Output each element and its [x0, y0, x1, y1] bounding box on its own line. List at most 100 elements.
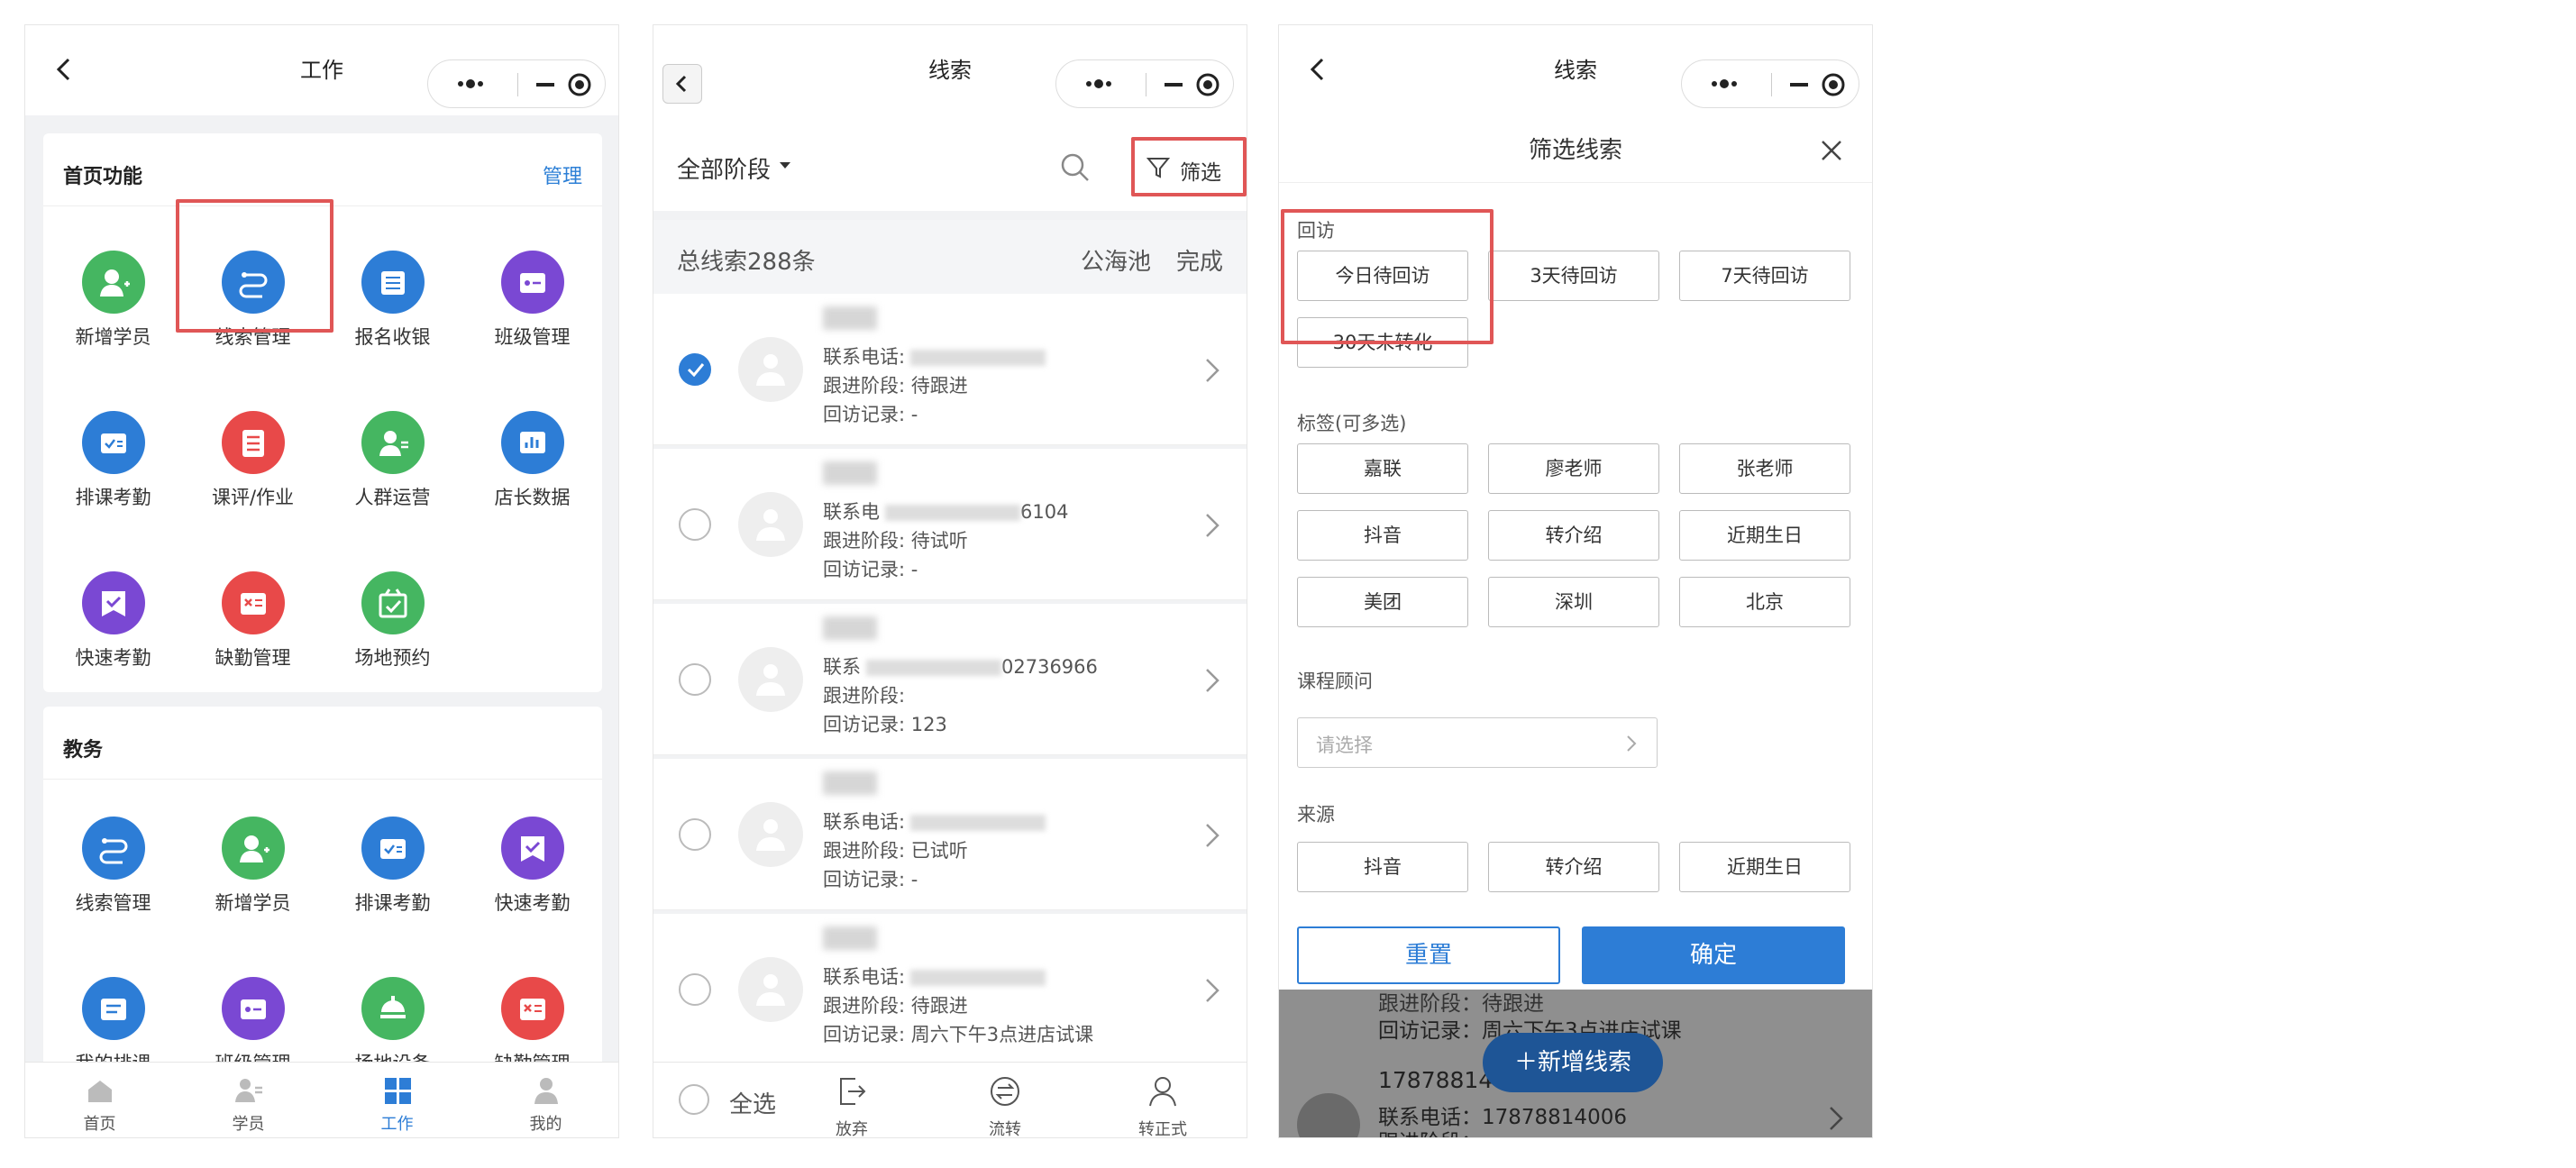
tag-option[interactable]: 近期生日	[1679, 510, 1850, 561]
lead-record: 回访记录: -	[823, 559, 918, 580]
user-icon	[756, 354, 785, 386]
grid-item-label: 缺勤管理	[215, 647, 291, 669]
lead-stage: 跟进阶段: 待跟进	[823, 375, 968, 397]
source-option[interactable]: 近期生日	[1679, 842, 1850, 892]
tag-option[interactable]: 深圳	[1488, 577, 1659, 627]
tab-home[interactable]: 首页	[25, 1063, 174, 1137]
schedule-icon	[361, 817, 425, 880]
row-checkbox[interactable]	[679, 663, 711, 696]
bg-number: 17878814	[1378, 1067, 1494, 1093]
select-all-checkbox[interactable]	[679, 1084, 709, 1115]
search-icon[interactable]	[1059, 151, 1092, 184]
abandon-icon	[840, 1078, 866, 1105]
public-pool-link[interactable]: 公海池	[1081, 243, 1151, 277]
minimize-icon[interactable]	[1781, 71, 1817, 98]
visit-option[interactable]: 7天待回访	[1679, 251, 1850, 301]
lead-row[interactable]: 联系电话: 跟进阶段: 待跟进 回访记录: 周六下午3点进店试课	[653, 914, 1247, 1065]
chevron-right-icon[interactable]	[1203, 357, 1221, 384]
nav-bar: 线索	[1279, 25, 1872, 115]
tag-option[interactable]: 转介绍	[1488, 510, 1659, 561]
lead-row[interactable]: 联系 02736966 跟进阶段: 回访记录: 123	[653, 604, 1247, 755]
stage-dropdown[interactable]: 全部阶段	[677, 151, 771, 185]
class-icon	[222, 977, 285, 1040]
tab-label: 我的	[529, 1115, 562, 1134]
minimize-icon[interactable]	[1156, 71, 1192, 98]
row-checkbox[interactable]	[679, 973, 711, 1006]
grid-item-crowd[interactable]: 人群运营	[323, 384, 462, 519]
tag-option[interactable]: 廖老师	[1488, 443, 1659, 494]
caret-down-icon[interactable]	[780, 162, 790, 169]
grid-item-schedule[interactable]: 排课考勤	[43, 384, 183, 519]
advisor-picker[interactable]: 请选择	[1297, 717, 1658, 768]
more-icon[interactable]	[444, 73, 497, 95]
done-link[interactable]: 完成	[1176, 243, 1223, 277]
lead-row[interactable]: 联系电 6104 跟进阶段: 待试听 回访记录: -	[653, 449, 1247, 600]
user-icon	[756, 974, 785, 1006]
tab-profile[interactable]: 我的	[471, 1063, 618, 1137]
tag-option[interactable]: 张老师	[1679, 443, 1850, 494]
manage-link[interactable]: 管理	[543, 160, 582, 189]
tab-students[interactable]: 学员	[174, 1063, 323, 1137]
grid-item-cashier[interactable]: 报名收银	[323, 224, 462, 359]
transfer-button[interactable]: 流转	[960, 1072, 1050, 1137]
chevron-right-icon[interactable]	[1203, 667, 1221, 694]
grid-item-label: 场地预约	[354, 647, 431, 669]
close-program-icon[interactable]	[1190, 68, 1226, 102]
chevron-right-icon[interactable]	[1203, 512, 1221, 539]
lead-row[interactable]: 联系电话: 跟进阶段: 已试听 回访记录: -	[653, 759, 1247, 910]
grid-item-add-student[interactable]: 新增学员	[183, 789, 323, 925]
grid-item-schedule[interactable]: 排课考勤	[323, 789, 462, 925]
close-icon[interactable]	[1818, 137, 1845, 164]
grid-item-absence[interactable]: 缺勤管理	[183, 544, 323, 680]
convert-button[interactable]: 转正式	[1118, 1072, 1208, 1137]
profile-icon	[534, 1078, 558, 1104]
capsule-divider	[517, 73, 518, 96]
tab-label: 首页	[83, 1115, 116, 1134]
mini-program-capsule	[1681, 59, 1859, 108]
more-icon[interactable]	[1698, 73, 1750, 95]
lead-phone: 联系电 6104	[823, 501, 1069, 523]
grid-item-label: 新增学员	[215, 892, 291, 914]
leads-screen: 线索 全部阶段 筛选 总线索288条 公海池 完成 联系电话: 跟进阶段: 待跟进…	[653, 24, 1247, 1138]
tag-option[interactable]: 嘉联	[1297, 443, 1468, 494]
tag-option[interactable]: 北京	[1679, 577, 1850, 627]
visit-option[interactable]: 3天待回访	[1488, 251, 1659, 301]
source-option[interactable]: 抖音	[1297, 842, 1468, 892]
grid-item-quick-attendance[interactable]: 快速考勤	[462, 789, 602, 925]
grid-item-homework[interactable]: 课评/作业	[183, 384, 323, 519]
summary-bar: 总线索288条 公海池 完成	[653, 220, 1247, 294]
reset-button[interactable]: 重置	[1297, 926, 1560, 984]
row-checkbox[interactable]	[679, 818, 711, 851]
abandon-button[interactable]: 放弃	[807, 1072, 897, 1137]
grid-item-label: 新增学员	[75, 326, 151, 348]
close-program-icon[interactable]	[562, 68, 598, 102]
source-option[interactable]: 转介绍	[1488, 842, 1659, 892]
grid-item-leads[interactable]: 线索管理	[43, 789, 183, 925]
grid-item-add-student[interactable]: 新增学员	[43, 224, 183, 359]
grid-item-quick-attendance[interactable]: 快速考勤	[43, 544, 183, 680]
tag-option[interactable]: 抖音	[1297, 510, 1468, 561]
grid-item-venue-booking[interactable]: 场地预约	[323, 544, 462, 680]
divider	[43, 779, 602, 780]
lead-row[interactable]: 联系电话: 跟进阶段: 待跟进 回访记录: -	[653, 294, 1247, 445]
row-checkbox[interactable]	[679, 508, 711, 541]
select-all-label[interactable]: 全选	[729, 1086, 776, 1119]
avatar	[738, 492, 803, 557]
lead-record: 回访记录: 123	[823, 714, 947, 735]
grid-item-label: 线索管理	[75, 892, 151, 914]
tag-option[interactable]: 美团	[1297, 577, 1468, 627]
confirm-button[interactable]: 确定	[1582, 926, 1845, 984]
lead-stage: 跟进阶段:	[823, 685, 906, 707]
grid-item-data[interactable]: 店长数据	[462, 384, 602, 519]
more-icon[interactable]	[1073, 73, 1125, 95]
minimize-icon[interactable]	[527, 71, 563, 98]
grid-item-label: 快速考勤	[75, 647, 151, 669]
close-program-icon[interactable]	[1815, 68, 1851, 102]
lead-count: 总线索288条	[677, 249, 816, 276]
row-checkbox[interactable]	[679, 353, 711, 386]
chevron-right-icon[interactable]	[1203, 977, 1221, 1004]
grid-item-class[interactable]: 班级管理	[462, 224, 602, 359]
crowd-icon	[361, 411, 425, 474]
tab-work[interactable]: 工作	[323, 1063, 471, 1137]
chevron-right-icon[interactable]	[1203, 822, 1221, 849]
